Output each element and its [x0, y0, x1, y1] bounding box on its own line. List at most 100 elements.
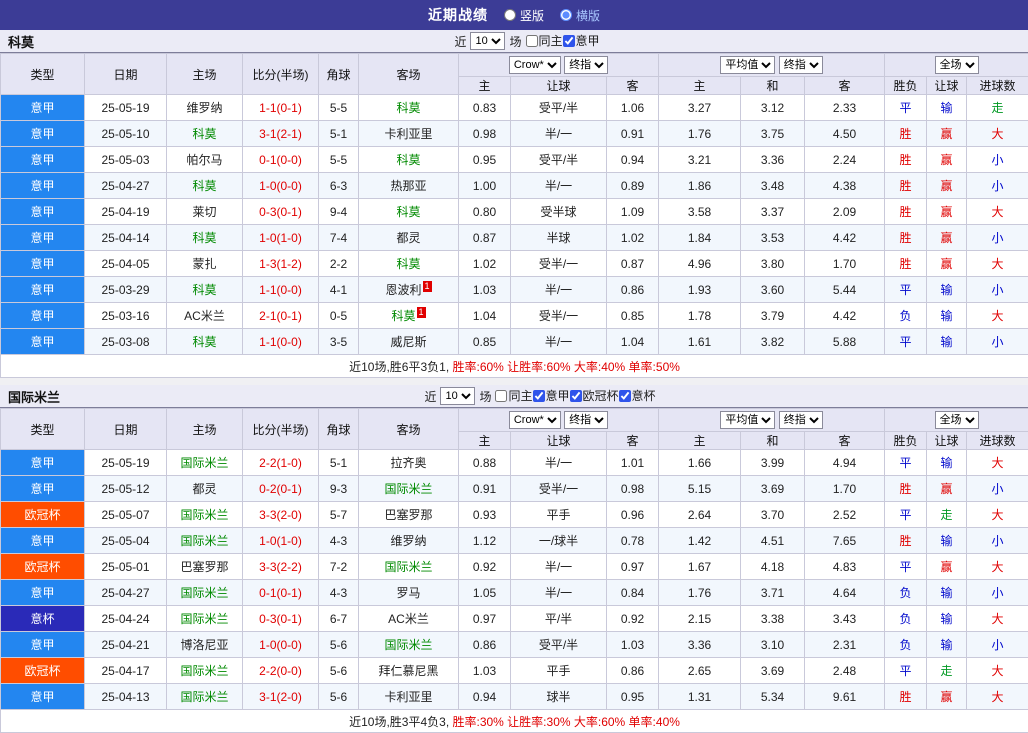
euro-odds-header: 平均值 终指: [659, 54, 885, 77]
asian-home-odds: 0.88: [459, 450, 511, 476]
euro-draw-odds: 3.37: [741, 199, 805, 225]
odds-provider-select[interactable]: Crow*: [509, 56, 561, 74]
away-team[interactable]: 科莫: [359, 251, 459, 277]
result-handicap: 赢: [927, 554, 967, 580]
asian-home-odds: 1.03: [459, 658, 511, 684]
away-team[interactable]: 科莫: [359, 199, 459, 225]
away-team[interactable]: 都灵: [359, 225, 459, 251]
home-team[interactable]: 国际米兰: [167, 606, 243, 632]
euro-draw-odds: 3.79: [741, 303, 805, 329]
away-team[interactable]: 国际米兰: [359, 476, 459, 502]
results-table: 类型 日期 主场 比分(半场) 角球 客场 Crow* 终指 平均值 终指 全场: [0, 408, 1028, 733]
home-team[interactable]: 国际米兰: [167, 658, 243, 684]
filter-checkbox-input[interactable]: [570, 390, 582, 402]
away-team[interactable]: 威尼斯: [359, 329, 459, 355]
home-team[interactable]: 都灵: [167, 476, 243, 502]
result-outcome: 平: [885, 450, 927, 476]
away-team[interactable]: 巴塞罗那: [359, 502, 459, 528]
result-goals: 小: [967, 528, 1028, 554]
away-team[interactable]: 维罗纳: [359, 528, 459, 554]
filter-checkbox-同主[interactable]: 同主: [495, 387, 532, 404]
home-team[interactable]: 巴塞罗那: [167, 554, 243, 580]
sub-col-goals: 进球数: [967, 432, 1028, 450]
filter-checkbox-意甲[interactable]: 意甲: [533, 387, 570, 404]
euro-average-select[interactable]: 平均值: [720, 411, 775, 429]
result-outcome: 胜: [885, 147, 927, 173]
away-team[interactable]: 拜仁慕尼黑: [359, 658, 459, 684]
filter-checkbox-欧冠杯[interactable]: 欧冠杯: [570, 387, 619, 404]
home-team[interactable]: 科莫: [167, 277, 243, 303]
horizontal-radio-input[interactable]: [560, 9, 572, 21]
asian-handicap: 半球: [511, 225, 607, 251]
asian-home-odds: 0.93: [459, 502, 511, 528]
league-type-badge: 意甲: [1, 147, 85, 173]
odds-provider-select[interactable]: Crow*: [509, 411, 561, 429]
euro-home-odds: 1.67: [659, 554, 741, 580]
euro-final-index-select[interactable]: 终指: [779, 56, 823, 74]
layout-radio-vertical[interactable]: 竖版: [504, 7, 544, 24]
home-team[interactable]: 国际米兰: [167, 528, 243, 554]
home-team[interactable]: 维罗纳: [167, 95, 243, 121]
filter-checkbox-input[interactable]: [533, 390, 545, 402]
filter-checkbox-input[interactable]: [495, 390, 507, 402]
result-handicap: 赢: [927, 199, 967, 225]
home-team[interactable]: 科莫: [167, 225, 243, 251]
asian-final-index-select[interactable]: 终指: [564, 56, 608, 74]
vertical-radio-input[interactable]: [504, 9, 516, 21]
home-team[interactable]: 科莫: [167, 121, 243, 147]
result-handicap: 走: [927, 502, 967, 528]
home-team[interactable]: 国际米兰: [167, 450, 243, 476]
away-team[interactable]: 罗马: [359, 580, 459, 606]
recent-count-select[interactable]: 10: [470, 32, 505, 50]
home-team[interactable]: 国际米兰: [167, 580, 243, 606]
home-team[interactable]: 国际米兰: [167, 684, 243, 710]
home-team[interactable]: 帕尔马: [167, 147, 243, 173]
away-team[interactable]: 恩波利1: [359, 277, 459, 303]
filter-checkbox-input[interactable]: [526, 35, 538, 47]
home-team[interactable]: 蒙扎: [167, 251, 243, 277]
home-team[interactable]: 莱切: [167, 199, 243, 225]
filter-checkbox-input[interactable]: [563, 35, 575, 47]
euro-home-odds: 1.66: [659, 450, 741, 476]
away-team[interactable]: 国际米兰: [359, 554, 459, 580]
euro-final-index-select[interactable]: 终指: [779, 411, 823, 429]
match-row: 意甲25-04-13国际米兰3-1(2-0)5-6卡利亚里0.94球半0.951…: [1, 684, 1028, 710]
filter-checkbox-意杯[interactable]: 意杯: [619, 387, 656, 404]
away-team[interactable]: 科莫1: [359, 303, 459, 329]
scope-select[interactable]: 全场: [935, 56, 979, 74]
away-team[interactable]: 热那亚: [359, 173, 459, 199]
away-team[interactable]: AC米兰: [359, 606, 459, 632]
asian-final-index-select[interactable]: 终指: [564, 411, 608, 429]
match-date: 25-04-24: [85, 606, 167, 632]
team-name: 科莫: [8, 32, 34, 51]
scope-select[interactable]: 全场: [935, 411, 979, 429]
match-date: 25-04-19: [85, 199, 167, 225]
result-goals: 小: [967, 225, 1028, 251]
home-team[interactable]: 科莫: [167, 173, 243, 199]
score: 1-3(1-2): [243, 251, 319, 277]
asian-handicap: 球半: [511, 684, 607, 710]
topbar: 近期战绩 竖版 横版: [0, 0, 1028, 30]
home-team[interactable]: 国际米兰: [167, 502, 243, 528]
away-team[interactable]: 卡利亚里: [359, 684, 459, 710]
layout-radio-horizontal[interactable]: 横版: [560, 7, 600, 24]
filter-checkbox-input[interactable]: [619, 390, 631, 402]
home-team[interactable]: 科莫: [167, 329, 243, 355]
result-outcome: 胜: [885, 528, 927, 554]
filter-checkbox-同主[interactable]: 同主: [526, 32, 563, 49]
away-team[interactable]: 科莫: [359, 147, 459, 173]
home-team[interactable]: 博洛尼亚: [167, 632, 243, 658]
away-team[interactable]: 卡利亚里: [359, 121, 459, 147]
sub-col-euro-draw: 和: [741, 432, 805, 450]
home-team[interactable]: AC米兰: [167, 303, 243, 329]
away-team[interactable]: 科莫: [359, 95, 459, 121]
away-team[interactable]: 拉齐奥: [359, 450, 459, 476]
away-team[interactable]: 国际米兰: [359, 632, 459, 658]
euro-average-select[interactable]: 平均值: [720, 56, 775, 74]
euro-home-odds: 3.21: [659, 147, 741, 173]
filter-checkbox-意甲[interactable]: 意甲: [563, 32, 600, 49]
recent-count-select[interactable]: 10: [440, 387, 475, 405]
result-outcome: 胜: [885, 121, 927, 147]
filter-checkbox-label: 意甲: [546, 387, 570, 404]
filter-bar: 近 10 场 同主意甲欧冠杯意杯: [60, 387, 1020, 405]
